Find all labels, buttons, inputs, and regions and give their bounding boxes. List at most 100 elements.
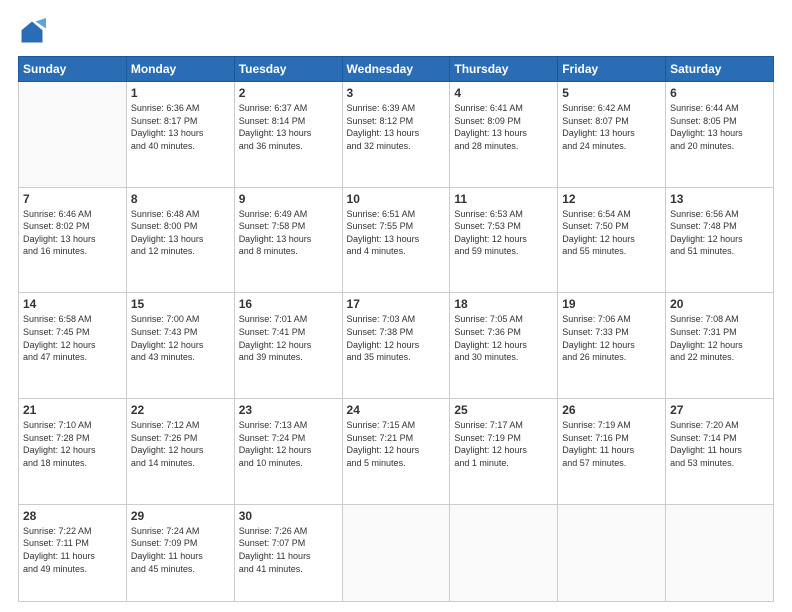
day-number: 25 <box>454 403 553 417</box>
day-number: 3 <box>347 86 446 100</box>
header <box>18 18 774 46</box>
day-info: Sunrise: 7:12 AM Sunset: 7:26 PM Dayligh… <box>131 419 230 469</box>
calendar-cell <box>342 504 450 601</box>
day-number: 17 <box>347 297 446 311</box>
day-number: 27 <box>670 403 769 417</box>
day-info: Sunrise: 6:56 AM Sunset: 7:48 PM Dayligh… <box>670 208 769 258</box>
calendar-cell: 2 Sunrise: 6:37 AM Sunset: 8:14 PM Daylig… <box>234 82 342 188</box>
day-number: 7 <box>23 192 122 206</box>
calendar-cell: 11 Sunrise: 6:53 AM Sunset: 7:53 PM Dayli… <box>450 187 558 293</box>
calendar-week-3: 14 Sunrise: 6:58 AM Sunset: 7:45 PM Dayli… <box>19 293 774 399</box>
weekday-header-wednesday: Wednesday <box>342 57 450 82</box>
calendar-cell: 28 Sunrise: 7:22 AM Sunset: 7:11 PM Dayli… <box>19 504 127 601</box>
weekday-header-monday: Monday <box>126 57 234 82</box>
day-number: 28 <box>23 509 122 523</box>
day-info: Sunrise: 6:36 AM Sunset: 8:17 PM Dayligh… <box>131 102 230 152</box>
calendar-week-4: 21Sunrise: 7:10 AM Sunset: 7:28 PM Dayli… <box>19 399 774 505</box>
day-number: 26 <box>562 403 661 417</box>
day-info: Sunrise: 6:46 AM Sunset: 8:02 PM Dayligh… <box>23 208 122 258</box>
calendar-cell: 3 Sunrise: 6:39 AM Sunset: 8:12 PM Daylig… <box>342 82 450 188</box>
day-info: Sunrise: 7:05 AM Sunset: 7:36 PM Dayligh… <box>454 313 553 363</box>
day-number: 2 <box>239 86 338 100</box>
calendar-week-2: 7 Sunrise: 6:46 AM Sunset: 8:02 PM Daylig… <box>19 187 774 293</box>
day-info: Sunrise: 7:01 AM Sunset: 7:41 PM Dayligh… <box>239 313 338 363</box>
day-number: 10 <box>347 192 446 206</box>
weekday-header-row: SundayMondayTuesdayWednesdayThursdayFrid… <box>19 57 774 82</box>
calendar-cell: 22 Sunrise: 7:12 AM Sunset: 7:26 PM Dayli… <box>126 399 234 505</box>
day-info: Sunrise: 6:53 AM Sunset: 7:53 PM Dayligh… <box>454 208 553 258</box>
calendar-cell <box>450 504 558 601</box>
calendar-cell: 17 Sunrise: 7:03 AM Sunset: 7:38 PM Dayli… <box>342 293 450 399</box>
day-info: Sunrise: 7:17 AM Sunset: 7:19 PM Dayligh… <box>454 419 553 469</box>
calendar-cell: 21Sunrise: 7:10 AM Sunset: 7:28 PM Dayli… <box>19 399 127 505</box>
calendar-cell: 6 Sunrise: 6:44 AM Sunset: 8:05 PM Daylig… <box>666 82 774 188</box>
day-info: Sunrise: 7:00 AM Sunset: 7:43 PM Dayligh… <box>131 313 230 363</box>
day-info: Sunrise: 7:08 AM Sunset: 7:31 PM Dayligh… <box>670 313 769 363</box>
calendar-cell: 26 Sunrise: 7:19 AM Sunset: 7:16 PM Dayli… <box>558 399 666 505</box>
day-info: Sunrise: 6:49 AM Sunset: 7:58 PM Dayligh… <box>239 208 338 258</box>
calendar-cell: 12 Sunrise: 6:54 AM Sunset: 7:50 PM Dayli… <box>558 187 666 293</box>
day-number: 20 <box>670 297 769 311</box>
day-info: Sunrise: 6:42 AM Sunset: 8:07 PM Dayligh… <box>562 102 661 152</box>
page: SundayMondayTuesdayWednesdayThursdayFrid… <box>0 0 792 612</box>
day-number: 22 <box>131 403 230 417</box>
weekday-header-thursday: Thursday <box>450 57 558 82</box>
day-info: Sunrise: 7:20 AM Sunset: 7:14 PM Dayligh… <box>670 419 769 469</box>
day-info: Sunrise: 7:24 AM Sunset: 7:09 PM Dayligh… <box>131 525 230 575</box>
weekday-header-tuesday: Tuesday <box>234 57 342 82</box>
day-number: 5 <box>562 86 661 100</box>
calendar-cell: 8 Sunrise: 6:48 AM Sunset: 8:00 PM Daylig… <box>126 187 234 293</box>
calendar-table: SundayMondayTuesdayWednesdayThursdayFrid… <box>18 56 774 602</box>
calendar-cell: 1 Sunrise: 6:36 AM Sunset: 8:17 PM Daylig… <box>126 82 234 188</box>
day-info: Sunrise: 6:48 AM Sunset: 8:00 PM Dayligh… <box>131 208 230 258</box>
calendar-cell: 20 Sunrise: 7:08 AM Sunset: 7:31 PM Dayli… <box>666 293 774 399</box>
day-info: Sunrise: 6:58 AM Sunset: 7:45 PM Dayligh… <box>23 313 122 363</box>
day-number: 1 <box>131 86 230 100</box>
logo <box>18 18 50 46</box>
day-number: 18 <box>454 297 553 311</box>
day-info: Sunrise: 7:06 AM Sunset: 7:33 PM Dayligh… <box>562 313 661 363</box>
day-number: 11 <box>454 192 553 206</box>
calendar-cell: 19Sunrise: 7:06 AM Sunset: 7:33 PM Dayli… <box>558 293 666 399</box>
day-info: Sunrise: 7:13 AM Sunset: 7:24 PM Dayligh… <box>239 419 338 469</box>
day-info: Sunrise: 6:39 AM Sunset: 8:12 PM Dayligh… <box>347 102 446 152</box>
calendar-cell: 23Sunrise: 7:13 AM Sunset: 7:24 PM Dayli… <box>234 399 342 505</box>
day-info: Sunrise: 7:19 AM Sunset: 7:16 PM Dayligh… <box>562 419 661 469</box>
day-info: Sunrise: 7:26 AM Sunset: 7:07 PM Dayligh… <box>239 525 338 575</box>
calendar-cell <box>19 82 127 188</box>
day-info: Sunrise: 6:41 AM Sunset: 8:09 PM Dayligh… <box>454 102 553 152</box>
calendar-cell: 30 Sunrise: 7:26 AM Sunset: 7:07 PM Dayli… <box>234 504 342 601</box>
day-number: 9 <box>239 192 338 206</box>
calendar-cell: 13 Sunrise: 6:56 AM Sunset: 7:48 PM Dayli… <box>666 187 774 293</box>
weekday-header-friday: Friday <box>558 57 666 82</box>
day-info: Sunrise: 7:15 AM Sunset: 7:21 PM Dayligh… <box>347 419 446 469</box>
day-number: 21 <box>23 403 122 417</box>
day-number: 15 <box>131 297 230 311</box>
calendar-week-1: 1 Sunrise: 6:36 AM Sunset: 8:17 PM Daylig… <box>19 82 774 188</box>
day-number: 13 <box>670 192 769 206</box>
day-info: Sunrise: 6:51 AM Sunset: 7:55 PM Dayligh… <box>347 208 446 258</box>
calendar-cell: 4Sunrise: 6:41 AM Sunset: 8:09 PM Daylig… <box>450 82 558 188</box>
calendar-cell: 27 Sunrise: 7:20 AM Sunset: 7:14 PM Dayli… <box>666 399 774 505</box>
calendar-cell: 16 Sunrise: 7:01 AM Sunset: 7:41 PM Dayli… <box>234 293 342 399</box>
day-number: 12 <box>562 192 661 206</box>
calendar-week-5: 28 Sunrise: 7:22 AM Sunset: 7:11 PM Dayli… <box>19 504 774 601</box>
day-number: 29 <box>131 509 230 523</box>
day-number: 14 <box>23 297 122 311</box>
day-number: 16 <box>239 297 338 311</box>
day-number: 6 <box>670 86 769 100</box>
logo-icon <box>18 18 46 46</box>
day-info: Sunrise: 7:22 AM Sunset: 7:11 PM Dayligh… <box>23 525 122 575</box>
calendar-cell: 9 Sunrise: 6:49 AM Sunset: 7:58 PM Daylig… <box>234 187 342 293</box>
calendar-cell: 10 Sunrise: 6:51 AM Sunset: 7:55 PM Dayli… <box>342 187 450 293</box>
calendar-cell <box>666 504 774 601</box>
calendar-cell: 7 Sunrise: 6:46 AM Sunset: 8:02 PM Daylig… <box>19 187 127 293</box>
day-number: 30 <box>239 509 338 523</box>
day-info: Sunrise: 6:37 AM Sunset: 8:14 PM Dayligh… <box>239 102 338 152</box>
day-info: Sunrise: 6:44 AM Sunset: 8:05 PM Dayligh… <box>670 102 769 152</box>
day-info: Sunrise: 7:03 AM Sunset: 7:38 PM Dayligh… <box>347 313 446 363</box>
day-info: Sunrise: 6:54 AM Sunset: 7:50 PM Dayligh… <box>562 208 661 258</box>
calendar-cell: 25 Sunrise: 7:17 AM Sunset: 7:19 PM Dayli… <box>450 399 558 505</box>
calendar-cell: 24Sunrise: 7:15 AM Sunset: 7:21 PM Dayli… <box>342 399 450 505</box>
day-number: 8 <box>131 192 230 206</box>
